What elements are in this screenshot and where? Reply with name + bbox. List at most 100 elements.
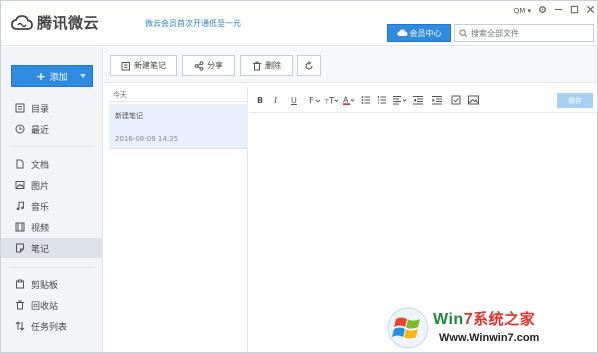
refresh-button[interactable] (297, 55, 321, 76)
sidebar-item-notes[interactable]: 笔记 (1, 238, 102, 258)
sidebar-item-label: 最近 (31, 125, 50, 136)
user-label: QM (513, 6, 526, 15)
editor-toolbar: B I U F TT A 保存 (249, 87, 597, 113)
plus-icon: + (36, 69, 46, 83)
sidebar-item-recycle-bin[interactable]: 回收站 (1, 295, 102, 315)
window-controls: QM ▾ (514, 5, 595, 16)
watermark-brand-win: Win (433, 311, 464, 328)
sidebar-divider (9, 267, 95, 268)
watermark-brand-seven: 7 (463, 311, 474, 328)
bulleted-list-icon[interactable] (361, 95, 371, 105)
note-title: 新建笔记 (115, 112, 143, 120)
delete-label: 删除 (265, 61, 281, 70)
maximize-icon[interactable] (570, 5, 579, 16)
sidebar-item-label: 视频 (31, 223, 50, 234)
watermark-brand-cn: 系统之家 (473, 311, 536, 328)
vip-center-label: 会员中心 (409, 28, 442, 38)
numbered-list-icon[interactable] (377, 95, 387, 105)
note-section-label: 今天 (113, 91, 127, 99)
sidebar-item-documents[interactable]: 文档 (1, 154, 102, 174)
note-list-item[interactable]: 新建笔记 2016-08-09 14:35 (109, 104, 248, 149)
share-icon (194, 60, 204, 71)
vip-center-button[interactable]: 会员中心 (387, 24, 451, 42)
refresh-icon (304, 60, 314, 71)
user-menu[interactable]: QM ▾ (514, 7, 531, 15)
svg-text:F: F (309, 97, 314, 106)
toolbar: 新建笔记 分享 删除 (104, 47, 597, 83)
insert-image-icon[interactable] (468, 95, 479, 105)
bold-button[interactable]: B (257, 95, 263, 105)
sidebar-item-label: 图片 (31, 181, 50, 192)
search-icon (459, 28, 468, 38)
clipboard-icon (15, 279, 25, 289)
note-icon (15, 243, 25, 253)
sidebar-item-label: 剪贴板 (31, 280, 59, 291)
trash-icon (15, 300, 25, 310)
watermark: Win7系统之家 Www.Winwin7.com (387, 304, 597, 352)
sidebar-item-recent[interactable]: 最近 (1, 119, 102, 139)
app-logo: 腾讯微云 (11, 12, 99, 33)
title-bar: 腾讯微云 微云会员首次开通低至一元 QM ▾ 会员中心 (1, 1, 597, 46)
trash-icon (252, 61, 262, 71)
save-label: 保存 (568, 96, 582, 105)
font-color-icon[interactable]: A (343, 95, 355, 105)
svg-text:T: T (328, 97, 335, 106)
note-list: 今天 新建笔记 2016-08-09 14:35 (109, 87, 248, 352)
sidebar-item-video[interactable]: 视频 (1, 217, 102, 237)
sidebar-item-label: 音乐 (31, 202, 50, 213)
sidebar-item-catalog[interactable]: 目录 (1, 98, 102, 118)
clock-icon (15, 124, 25, 134)
watermark-brand: Win7系统之家 (433, 308, 535, 329)
align-icon[interactable] (393, 95, 407, 105)
promo-link[interactable]: 微云会员首次开通低至一元 (145, 18, 241, 29)
sidebar-item-label: 回收站 (31, 301, 59, 312)
sidebar-item-label: 任务列表 (31, 322, 68, 333)
watermark-url: Www.Winwin7.com (439, 332, 540, 344)
search-input[interactable] (471, 28, 581, 38)
font-family-icon[interactable]: F (309, 95, 321, 105)
cloud-icon (397, 29, 407, 36)
delete-button[interactable]: 删除 (240, 55, 293, 76)
outdent-icon[interactable] (413, 95, 424, 105)
sidebar: + 添加 目录 最近 文档 图片 音乐 视频 笔记 剪贴板 回收站 任务列表 (1, 47, 103, 352)
checkbox-icon[interactable] (451, 95, 461, 105)
catalog-icon (15, 103, 25, 113)
sidebar-item-task-list[interactable]: 任务列表 (1, 316, 102, 336)
video-icon (15, 222, 25, 232)
music-icon (15, 201, 25, 211)
sidebar-item-label: 目录 (31, 104, 50, 115)
cloud-logo-icon (11, 14, 33, 30)
italic-label: I (274, 95, 278, 105)
share-label: 分享 (207, 61, 223, 70)
section-divider (109, 101, 248, 102)
indent-icon[interactable] (432, 95, 443, 105)
sidebar-item-pictures[interactable]: 图片 (1, 175, 102, 195)
app-name: 腾讯微云 (37, 14, 100, 32)
save-button[interactable]: 保存 (557, 93, 593, 108)
minimize-icon[interactable] (554, 5, 563, 16)
transfer-icon (15, 321, 25, 331)
close-icon[interactable] (586, 5, 595, 16)
sidebar-item-label: 文档 (31, 160, 50, 171)
search-box[interactable] (454, 24, 594, 42)
sidebar-item-clipboard[interactable]: 剪贴板 (1, 274, 102, 294)
new-note-button[interactable]: 新建笔记 (110, 55, 177, 76)
note-date: 2016-08-09 14:35 (115, 135, 179, 143)
settings-icon[interactable] (538, 5, 547, 16)
picture-icon (15, 180, 25, 190)
windows-logo-icon (387, 307, 429, 349)
new-note-icon (121, 61, 131, 71)
share-button[interactable]: 分享 (182, 55, 235, 76)
app-window: 腾讯微云 微云会员首次开通低至一元 QM ▾ 会员中心 搜索全部文件 + 添加 … (0, 0, 598, 353)
add-button[interactable]: + 添加 (11, 65, 93, 87)
bold-label: B (257, 95, 264, 105)
dropdown-caret-icon (80, 74, 86, 78)
new-note-label: 新建笔记 (134, 61, 166, 70)
font-size-icon[interactable]: TT (325, 95, 339, 105)
italic-button[interactable]: I (274, 95, 277, 105)
sidebar-divider (9, 146, 95, 147)
underline-button[interactable]: U (291, 95, 297, 105)
sidebar-item-music[interactable]: 音乐 (1, 196, 102, 216)
svg-text:A: A (343, 96, 349, 105)
sidebar-item-label: 笔记 (31, 244, 50, 255)
